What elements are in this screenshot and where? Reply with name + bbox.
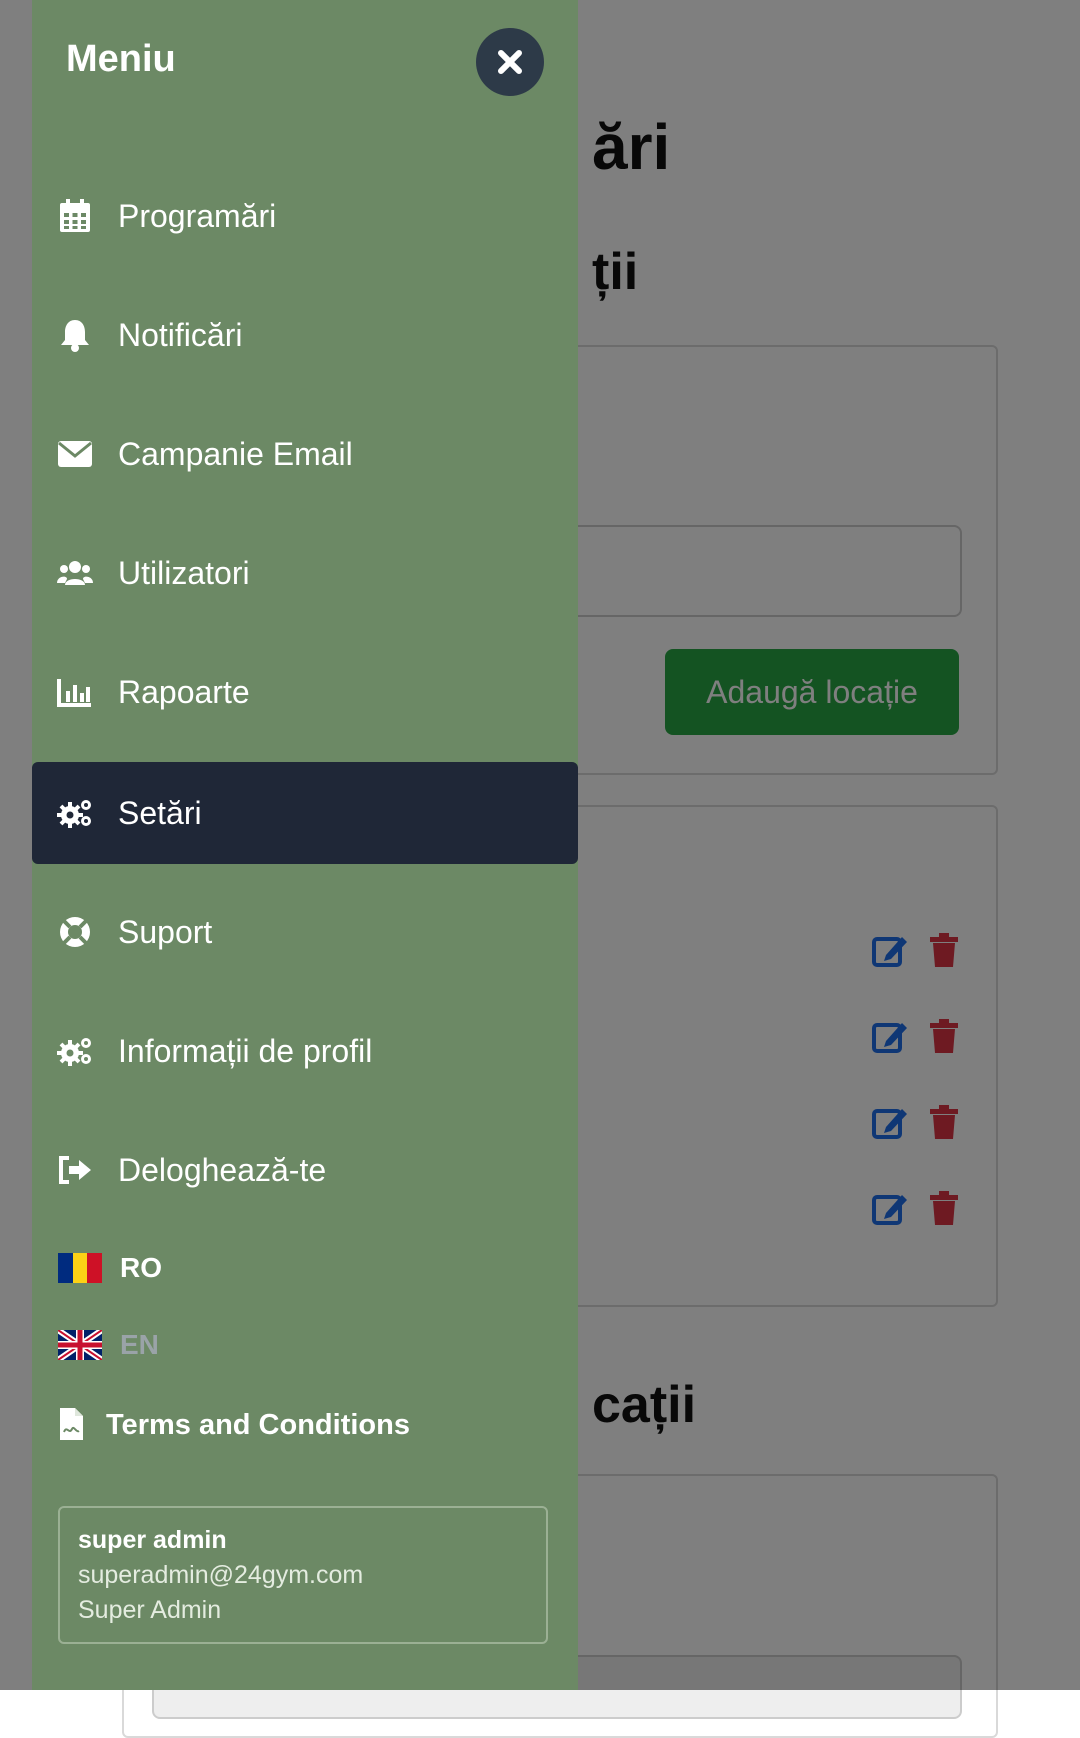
language-ro[interactable]: RO (32, 1243, 162, 1293)
language-label: RO (120, 1252, 162, 1283)
sidebar-item-informatii-profil[interactable]: Informații de profil (32, 1000, 578, 1102)
sign-out-icon (56, 1151, 94, 1189)
envelope-icon (56, 435, 94, 473)
language-label: EN (120, 1329, 159, 1360)
sidebar-item-rapoarte[interactable]: Rapoarte (32, 641, 578, 743)
sidebar-item-utilizatori[interactable]: Utilizatori (32, 522, 578, 624)
sidebar-item-label: Programări (118, 197, 277, 234)
terms-label: Terms and Conditions (106, 1408, 410, 1441)
sidebar-item-notificari[interactable]: Notificări (32, 284, 578, 386)
sidebar-title: Meniu (66, 38, 176, 80)
sidebar-item-label: Suport (118, 913, 213, 950)
sidebar-item-label: Deloghează-te (118, 1151, 327, 1188)
gears-icon (56, 794, 94, 832)
sidebar-item-label: Utilizatori (118, 554, 250, 591)
close-menu-button[interactable] (476, 28, 544, 96)
user-profile-card: super admin superadmin@24gym.com Super A… (58, 1506, 548, 1644)
uk-flag-icon (58, 1330, 102, 1360)
sidebar-item-label: Informații de profil (118, 1032, 373, 1069)
terms-and-conditions-link[interactable]: Terms and Conditions (32, 1400, 410, 1450)
gears-icon (56, 1032, 94, 1070)
sidebar-item-suport[interactable]: Suport (32, 881, 578, 983)
calendar-icon (56, 197, 94, 235)
sidebar-item-delogheaza[interactable]: Deloghează-te (32, 1119, 578, 1221)
sidebar-menu: Meniu Programări Notificări Campanie Ema… (32, 0, 578, 1690)
sidebar-item-campanie-email[interactable]: Campanie Email (32, 403, 578, 505)
chart-icon (56, 673, 94, 711)
profile-role: Super Admin (78, 1596, 222, 1624)
life-ring-icon (56, 913, 94, 951)
sidebar-item-setari[interactable]: Setări (32, 762, 578, 864)
sidebar-item-label: Campanie Email (118, 435, 353, 472)
bell-icon (56, 316, 94, 354)
users-icon (56, 554, 94, 592)
romania-flag-icon (58, 1253, 102, 1283)
sidebar-item-label: Rapoarte (118, 673, 250, 710)
document-icon (58, 1407, 88, 1443)
sidebar-item-label: Setări (118, 794, 202, 831)
close-icon (498, 50, 522, 74)
language-en[interactable]: EN (32, 1320, 159, 1370)
profile-email: superadmin@24gym.com (78, 1561, 364, 1589)
sidebar-item-label: Notificări (118, 316, 243, 353)
profile-name: super admin (78, 1526, 227, 1554)
sidebar-item-programari[interactable]: Programări (32, 165, 578, 267)
